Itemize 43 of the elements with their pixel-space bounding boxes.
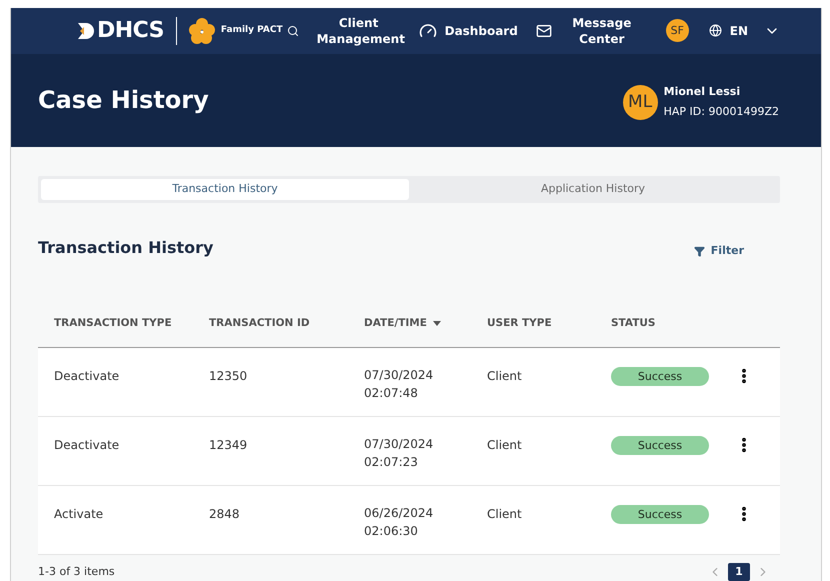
table-cell-text: Activate [53, 506, 104, 523]
client-name: Mionel Lessi [664, 84, 742, 100]
status-badge: Success [611, 436, 709, 455]
mail-icon [536, 22, 552, 39]
table-cell-text: 12350 [208, 368, 248, 385]
table-cell-text: Deactivate [53, 368, 120, 385]
table-cell-text: 06/26/2024 02:06:30 [363, 505, 434, 540]
user-avatar[interactable]: SF [666, 19, 689, 42]
tab[interactable]: Transaction History [41, 179, 409, 200]
logo-icon [77, 22, 95, 40]
gauge-icon [418, 22, 437, 40]
table-cell-text: Client [486, 506, 523, 523]
hap-id: HAP ID: 90001499Z2 [664, 104, 779, 120]
table-cell-text: Client [486, 368, 523, 385]
column-header[interactable]: USER TYPE [471, 316, 595, 332]
page-title: Case History [38, 85, 209, 116]
logo-text: DHCS [97, 17, 164, 46]
status-badge: Success [611, 505, 709, 524]
table-cell-text: 07/30/2024 02:07:48 [363, 367, 434, 402]
page-button[interactable]: 1 [728, 563, 750, 581]
flower-icon [188, 18, 215, 44]
globe-icon [708, 24, 722, 38]
column-header[interactable]: STATUS [595, 316, 725, 332]
table-cell-text: Deactivate [53, 437, 120, 454]
column-header[interactable]: TRANSACTION TYPE [38, 316, 193, 332]
items-summary: 1-3 of 3 items [38, 564, 115, 580]
tab[interactable]: Application History [409, 179, 777, 200]
language-selector[interactable]: EN [708, 22, 780, 40]
nav-link[interactable]: Dashboard [418, 22, 518, 40]
table-cell-text: 12349 [208, 437, 248, 454]
program-name: Family PACT [220, 24, 283, 38]
column-header[interactable]: TRANSACTION ID [193, 316, 348, 332]
table-cell-text: 07/30/2024 02:07:23 [363, 436, 434, 471]
table-cell-text: Client [486, 437, 523, 454]
client-avatar: ML [622, 84, 658, 120]
table-cell-text: 2848 [208, 506, 241, 523]
search-icon[interactable] [286, 24, 299, 37]
filter-button[interactable]: Filter [694, 242, 744, 260]
section-title: Transaction History [38, 237, 214, 259]
nav-link[interactable]: Message Center [536, 14, 644, 47]
status-badge: Success [611, 367, 709, 386]
filter-icon [694, 246, 705, 256]
column-header[interactable]: DATE/TIME [348, 316, 471, 332]
